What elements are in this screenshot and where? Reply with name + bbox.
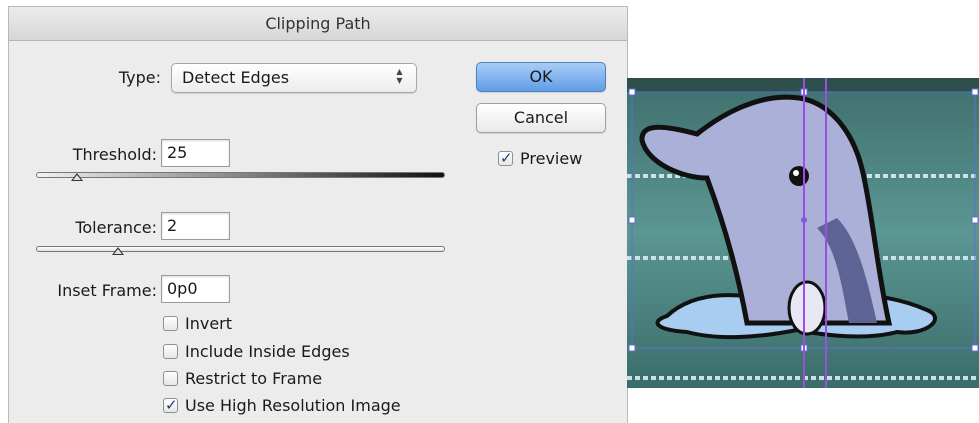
inset-frame-input[interactable]: 0p0 xyxy=(161,275,230,303)
dialog-title: Clipping Path xyxy=(9,7,627,41)
use-high-resolution-image-option[interactable]: ✓ Use High Resolution Image xyxy=(163,396,401,416)
invert-checkbox[interactable] xyxy=(163,316,178,331)
check-icon: ✓ xyxy=(500,149,513,167)
preview-option[interactable]: ✓ Preview xyxy=(498,149,582,169)
cancel-button[interactable]: Cancel xyxy=(476,103,606,133)
type-select[interactable]: Detect Edges ▲▼ xyxy=(171,63,417,93)
type-label: Type: xyxy=(118,68,161,87)
use-high-resolution-image-checkbox[interactable]: ✓ xyxy=(163,396,178,414)
dolphin-belly xyxy=(787,280,827,336)
dolphin-eye xyxy=(789,166,809,186)
inset-frame-label: Inset Frame: xyxy=(57,281,157,300)
include-inside-edges-checkbox[interactable] xyxy=(163,344,178,359)
threshold-label: Threshold: xyxy=(72,145,157,164)
use-high-resolution-image-label: Use High Resolution Image xyxy=(185,396,401,415)
include-inside-edges-label: Include Inside Edges xyxy=(185,342,350,361)
restrict-to-frame-label: Restrict to Frame xyxy=(185,369,323,388)
clipping-path-dialog: Clipping Path Type: Detect Edges ▲▼ OK C… xyxy=(8,6,628,423)
tolerance-label: Tolerance: xyxy=(75,218,157,237)
tolerance-input[interactable]: 2 xyxy=(161,212,230,240)
threshold-slider[interactable] xyxy=(36,172,445,178)
threshold-input[interactable]: 25 xyxy=(161,139,230,167)
threshold-slider-thumb[interactable] xyxy=(70,173,83,181)
dolphin-image-frame[interactable] xyxy=(627,78,979,388)
invert-option[interactable]: Invert xyxy=(163,314,232,334)
preview-checkbox[interactable]: ✓ xyxy=(498,149,513,167)
restrict-to-frame-checkbox[interactable] xyxy=(163,371,178,386)
tolerance-slider-thumb[interactable] xyxy=(111,247,124,255)
check-icon: ✓ xyxy=(165,396,178,414)
type-select-value: Detect Edges xyxy=(182,68,290,87)
preview-label: Preview xyxy=(520,149,583,168)
include-inside-edges-option[interactable]: Include Inside Edges xyxy=(163,342,350,362)
invert-label: Invert xyxy=(185,314,233,333)
restrict-to-frame-option[interactable]: Restrict to Frame xyxy=(163,369,322,389)
select-arrows-icon: ▲▼ xyxy=(395,67,404,85)
dolphin-eye-highlight xyxy=(793,170,799,176)
tolerance-slider[interactable] xyxy=(36,246,445,252)
ok-button[interactable]: OK xyxy=(476,62,606,92)
